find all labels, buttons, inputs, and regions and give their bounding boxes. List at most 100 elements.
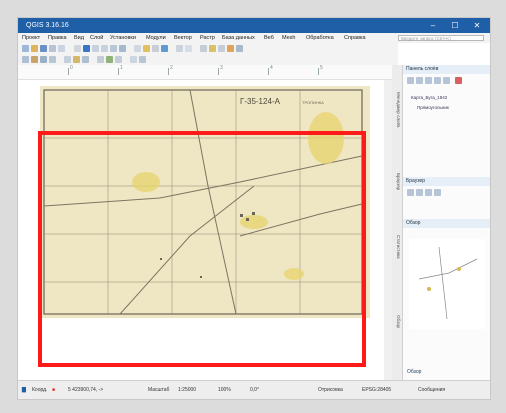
- scale-input[interactable]: 1:25000: [178, 381, 196, 399]
- maximize-button[interactable]: ☐: [446, 18, 464, 33]
- layer-style-icon[interactable]: [407, 77, 414, 84]
- overview-panel-title: Обзор: [403, 219, 490, 228]
- model-designer-icon[interactable]: [115, 56, 122, 63]
- close-button[interactable]: ✕: [468, 18, 486, 33]
- pan-to-selection-icon[interactable]: [83, 45, 90, 52]
- save-project-icon[interactable]: [40, 45, 47, 52]
- scale-label: Масштаб: [148, 387, 170, 393]
- georeferencer-icon[interactable]: [64, 56, 71, 63]
- menu-processing[interactable]: Обработка: [306, 33, 334, 43]
- status-bar: ▇ Коорд. ■ 5 423900,74, -> Масштаб 1:250…: [18, 380, 490, 399]
- messages-button[interactable]: Сообщения: [418, 381, 445, 399]
- move-label-icon[interactable]: [236, 45, 243, 52]
- overview-thumbnail[interactable]: [409, 239, 485, 329]
- select-feature-icon[interactable]: [143, 45, 150, 52]
- ruler-tick: [68, 68, 69, 75]
- title-bar: QGIS 3.16.16 – ☐ ✕: [18, 18, 490, 33]
- map-nomenclature: Г-35-124-А: [240, 97, 281, 106]
- add-vector-layer-icon[interactable]: [22, 56, 29, 63]
- add-delimited-text-icon[interactable]: [40, 56, 47, 63]
- measure-icon[interactable]: [176, 45, 183, 52]
- menu-raster[interactable]: Растр: [200, 33, 215, 43]
- menu-mesh[interactable]: Mesh: [282, 33, 295, 43]
- sidetab-layer-manager[interactable]: Менеджер слоёв: [393, 75, 401, 145]
- zoom-layer-icon[interactable]: [119, 45, 126, 52]
- map-ruler: 0 1 2 3 4 5: [18, 65, 398, 80]
- search-input[interactable]: Введите запрос (Ctrl+K): [398, 35, 484, 41]
- refresh-icon[interactable]: [407, 189, 414, 196]
- menu-view[interactable]: Вид: [74, 33, 84, 43]
- menu-database[interactable]: База данных: [222, 33, 255, 43]
- attribute-table-icon[interactable]: [161, 45, 168, 52]
- messages-error-icon[interactable]: ■: [52, 381, 55, 399]
- processing-toolbox-icon[interactable]: [106, 56, 113, 63]
- magnifier-input[interactable]: 100%: [218, 381, 231, 399]
- coordinate-readout[interactable]: 5 423900,74, ->: [68, 381, 103, 399]
- advanced-digitize-icon[interactable]: [139, 56, 146, 63]
- layer-item-map[interactable]: Карта_Буга_1942: [411, 95, 447, 100]
- add-spatialite-icon[interactable]: [49, 56, 56, 63]
- deselect-icon[interactable]: [152, 45, 159, 52]
- menu-layer[interactable]: Слой: [90, 33, 103, 43]
- ruler-label: 1: [120, 65, 123, 71]
- sidetab-statistics[interactable]: Статистика: [393, 217, 401, 277]
- window-title: QGIS 3.16.16: [26, 22, 69, 29]
- map-label-right: ТРОПИНКА: [302, 100, 324, 105]
- menu-edit[interactable]: Правка: [48, 33, 67, 43]
- python-console-icon[interactable]: [97, 56, 104, 63]
- coordinate-label: Коорд.: [32, 387, 48, 393]
- menu-vector[interactable]: Вектор: [174, 33, 192, 43]
- new-shapefile-icon[interactable]: [73, 56, 80, 63]
- zoom-out-icon[interactable]: [101, 45, 108, 52]
- minimize-button[interactable]: –: [424, 18, 442, 33]
- menu-settings[interactable]: Установки: [110, 33, 136, 43]
- selection-highlight-frame: [38, 131, 366, 367]
- new-geopackage-icon[interactable]: [82, 56, 89, 63]
- map-vertical-scrollbar[interactable]: [384, 80, 392, 380]
- new-project-icon[interactable]: [22, 45, 29, 52]
- layers-panel: Панель слоёв Карта_Буга_1942 Прямоугольн…: [402, 65, 490, 177]
- menu-bar: Проект Правка Вид Слой Установки Модули …: [18, 33, 490, 43]
- menu-project[interactable]: Проект: [22, 33, 40, 43]
- zoom-in-icon[interactable]: [92, 45, 99, 52]
- collapse-all-icon[interactable]: [443, 77, 450, 84]
- crs-button[interactable]: EPSG:28405: [362, 381, 391, 399]
- layer-item-rectangle[interactable]: Прямоугольник: [417, 105, 449, 110]
- render-checkbox[interactable]: Отрисовка: [318, 381, 343, 399]
- collapse-icon[interactable]: [434, 189, 441, 196]
- pan-icon[interactable]: [74, 45, 81, 52]
- add-feature-icon[interactable]: [209, 45, 216, 52]
- digitize-icon[interactable]: [200, 45, 207, 52]
- layout-manager-icon[interactable]: [58, 45, 65, 52]
- ruler-tick: [218, 68, 219, 75]
- expand-all-icon[interactable]: [434, 77, 441, 84]
- add-raster-layer-icon[interactable]: [31, 56, 38, 63]
- ruler-label: 4: [270, 65, 273, 71]
- properties-icon[interactable]: [425, 189, 432, 196]
- snapping-icon[interactable]: [130, 56, 137, 63]
- locator-icon[interactable]: ▇: [22, 381, 26, 399]
- remove-layer-icon[interactable]: [455, 77, 462, 84]
- dock-side-tabs: Менеджер слоёв Браузер Статистика Обзор: [392, 65, 402, 380]
- zoom-full-icon[interactable]: [110, 45, 117, 52]
- add-group-icon[interactable]: [416, 77, 423, 84]
- new-layout-icon[interactable]: [49, 45, 56, 52]
- sidetab-browser[interactable]: Браузер: [393, 157, 401, 207]
- identify-icon[interactable]: [134, 45, 141, 52]
- open-project-icon[interactable]: [31, 45, 38, 52]
- menu-help[interactable]: Справка: [344, 33, 366, 43]
- browser-panel: Браузер: [402, 177, 490, 219]
- ruler-tick: [168, 68, 169, 75]
- filter-icon[interactable]: [416, 189, 423, 196]
- menu-plugins[interactable]: Модули: [146, 33, 166, 43]
- annotation-icon[interactable]: [185, 45, 192, 52]
- sidetab-overview[interactable]: Обзор: [393, 291, 401, 351]
- label-tool-icon[interactable]: [227, 45, 234, 52]
- ruler-label: 0: [70, 65, 73, 71]
- rotation-input[interactable]: 0,0°: [250, 381, 259, 399]
- filter-legend-icon[interactable]: [425, 77, 432, 84]
- menu-web[interactable]: Веб: [264, 33, 274, 43]
- ruler-tick: [268, 68, 269, 75]
- vertex-tool-icon[interactable]: [218, 45, 225, 52]
- overview-tab-label[interactable]: Обзор: [407, 369, 421, 375]
